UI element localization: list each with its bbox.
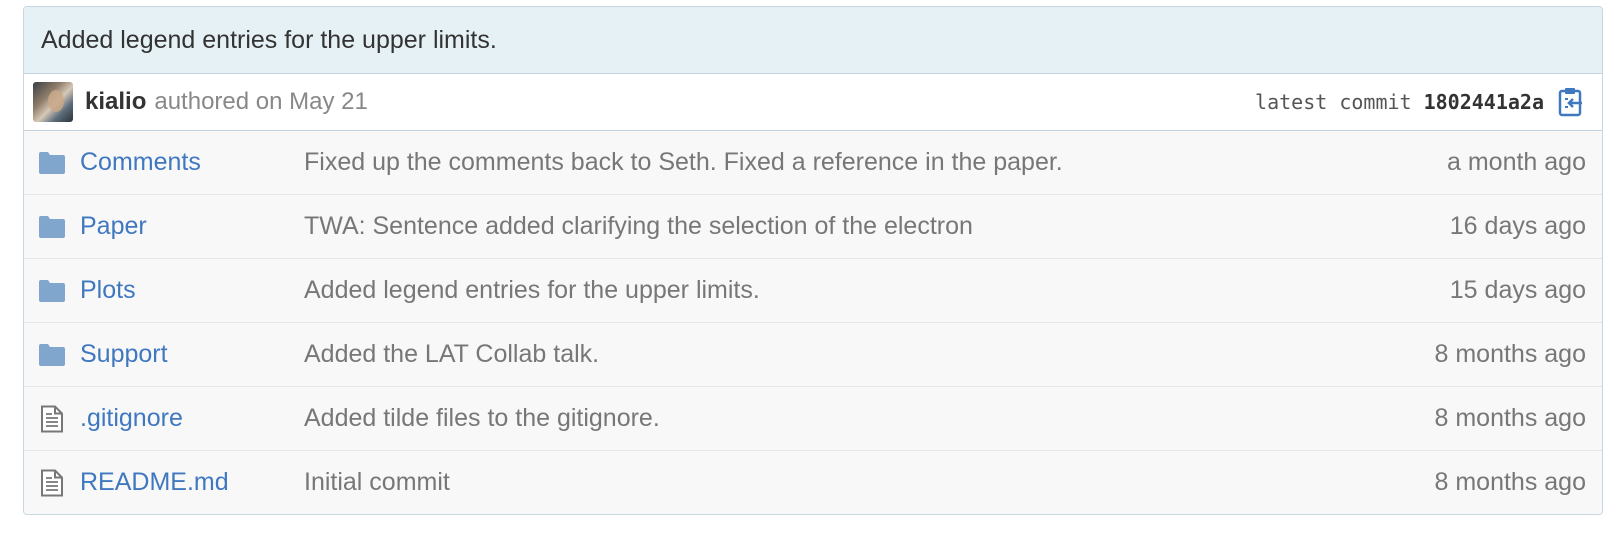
file-age: 8 months ago — [1434, 340, 1587, 368]
commit-message[interactable]: Added legend entries for the upper limit… — [24, 7, 1602, 74]
avatar[interactable] — [33, 82, 73, 122]
file-browser-panel: Added legend entries for the upper limit… — [23, 6, 1603, 515]
file-commit-message[interactable]: Added the LAT Collab talk. — [304, 340, 1435, 369]
authored-date: authored on May 21 — [154, 88, 368, 115]
latest-commit-label: latest commit — [1255, 90, 1412, 114]
file-age: 8 months ago — [1434, 404, 1587, 432]
file-row: Paper TWA: Sentence added clarifying the… — [24, 195, 1602, 259]
file-list: Comments Fixed up the comments back to S… — [24, 131, 1602, 514]
file-commit-message[interactable]: Added tilde files to the gitignore. — [304, 404, 1435, 433]
file-commit-message[interactable]: Added legend entries for the upper limit… — [304, 276, 1450, 305]
file-row: .gitignore Added tilde files to the giti… — [24, 387, 1602, 451]
clipboard-icon[interactable] — [1556, 85, 1586, 119]
file-name-link[interactable]: .gitignore — [80, 404, 304, 433]
file-commit-message[interactable]: Initial commit — [304, 468, 1435, 497]
file-age: 16 days ago — [1449, 212, 1586, 240]
file-commit-message[interactable]: TWA: Sentence added clarifying the selec… — [304, 212, 1450, 241]
folder-icon — [24, 151, 80, 175]
file-row: Comments Fixed up the comments back to S… — [24, 131, 1602, 195]
file-name-link[interactable]: Plots — [80, 276, 304, 305]
file-row: Plots Added legend entries for the upper… — [24, 259, 1602, 323]
commit-meta: kialio authored on May 21 latest commit … — [24, 74, 1602, 131]
file-name-link[interactable]: Comments — [80, 148, 304, 177]
author-link[interactable]: kialio — [85, 88, 146, 116]
folder-icon — [24, 215, 80, 239]
file-name-link[interactable]: Support — [80, 340, 304, 369]
file-name-link[interactable]: Paper — [80, 212, 304, 241]
file-row: README.md Initial commit 8 months ago — [24, 451, 1602, 514]
file-name-link[interactable]: README.md — [80, 468, 304, 497]
file-icon — [24, 405, 80, 433]
file-age: 8 months ago — [1434, 468, 1587, 496]
folder-icon — [24, 343, 80, 367]
file-age: 15 days ago — [1449, 276, 1586, 304]
folder-icon — [24, 279, 80, 303]
file-age: a month ago — [1447, 148, 1586, 176]
file-commit-message[interactable]: Fixed up the comments back to Seth. Fixe… — [304, 148, 1447, 177]
commit-message-text[interactable]: Added legend entries for the upper limit… — [41, 26, 497, 55]
commit-sha[interactable]: 1802441a2a — [1424, 90, 1544, 114]
file-row: Support Added the LAT Collab talk. 8 mon… — [24, 323, 1602, 387]
file-icon — [24, 469, 80, 497]
